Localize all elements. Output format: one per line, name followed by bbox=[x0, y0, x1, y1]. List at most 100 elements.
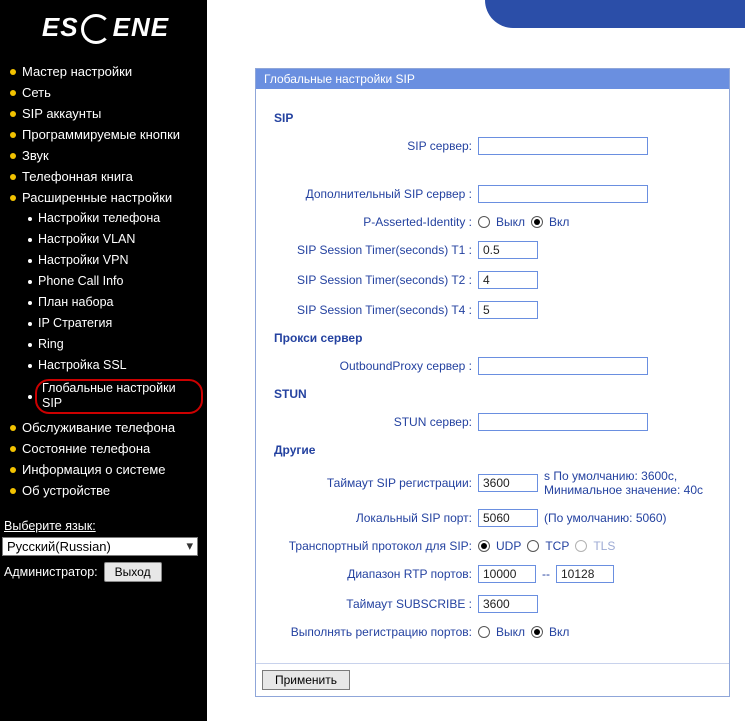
language-label: Выберите язык: bbox=[2, 517, 201, 537]
menu-label: IP Стратегия bbox=[38, 316, 112, 331]
bullet-icon bbox=[10, 467, 16, 473]
menu-label: Звук bbox=[22, 148, 49, 163]
radio-transport-tcp[interactable] bbox=[527, 540, 539, 552]
input-subscribe-timeout[interactable] bbox=[478, 595, 538, 613]
brand-logo: ESENE bbox=[0, 0, 207, 57]
input-local-port[interactable] bbox=[478, 509, 538, 527]
bullet-icon bbox=[28, 238, 32, 242]
bullet-icon bbox=[10, 111, 16, 117]
sidebar-item-status[interactable]: Состояние телефона bbox=[6, 438, 207, 459]
language-select[interactable]: Русский(Russian) bbox=[2, 537, 198, 556]
panel-title: Глобальные настройки SIP bbox=[256, 69, 729, 89]
hint-reg-timeout: s По умолчанию: 3600с, Минимальное значе… bbox=[544, 469, 714, 497]
input-sip-server[interactable] bbox=[478, 137, 648, 155]
sidebar-item-advanced[interactable]: Расширенные настройки bbox=[6, 187, 207, 208]
bullet-icon bbox=[10, 488, 16, 494]
bullet-icon bbox=[10, 446, 16, 452]
label-alt-sip-server: Дополнительный SIP сервер : bbox=[268, 187, 478, 201]
apply-button[interactable]: Применить bbox=[262, 670, 350, 690]
label-sip-server: SIP сервер: bbox=[268, 139, 478, 153]
radio-label-off: Выкл bbox=[496, 625, 525, 639]
radio-transport-tls bbox=[575, 540, 587, 552]
sidebar-item-sound[interactable]: Звук bbox=[6, 145, 207, 166]
sidebar-item-sip-accounts[interactable]: SIP аккаунты bbox=[6, 103, 207, 124]
sidebar-item-about[interactable]: Об устройстве bbox=[6, 480, 207, 501]
input-alt-sip-server[interactable] bbox=[478, 185, 648, 203]
bullet-icon bbox=[10, 425, 16, 431]
input-stun[interactable] bbox=[478, 413, 648, 431]
current-item-highlight: Глобальные настройки SIP bbox=[35, 379, 203, 414]
menu-label: Телефонная книга bbox=[22, 169, 133, 184]
menu-label: Об устройстве bbox=[22, 483, 110, 498]
sidebar-item-sysinfo[interactable]: Информация о системе bbox=[6, 459, 207, 480]
admin-label: Администратор: bbox=[4, 565, 98, 579]
radio-transport-udp[interactable] bbox=[478, 540, 490, 552]
radio-label-on: Вкл bbox=[549, 625, 569, 639]
radio-label-on: Вкл bbox=[549, 215, 569, 229]
bullet-icon bbox=[10, 132, 16, 138]
sidebar-item-maintenance[interactable]: Обслуживание телефона bbox=[6, 417, 207, 438]
sidebar-submenu-advanced: Настройки телефона Настройки VLAN Настро… bbox=[6, 208, 207, 417]
radio-label-udp: UDP bbox=[496, 539, 521, 553]
input-reg-timeout[interactable] bbox=[478, 474, 538, 492]
sidebar-item-network[interactable]: Сеть bbox=[6, 82, 207, 103]
sidebar-item-ip-strategy[interactable]: IP Стратегия bbox=[24, 313, 207, 334]
menu-label: Настройки VPN bbox=[38, 253, 128, 268]
bullet-icon bbox=[10, 90, 16, 96]
input-t1[interactable] bbox=[478, 241, 538, 259]
sidebar-item-dialplan[interactable]: План набора bbox=[24, 292, 207, 313]
bullet-icon bbox=[28, 301, 32, 305]
settings-panel: Глобальные настройки SIP SIP SIP сервер:… bbox=[255, 68, 730, 697]
sidebar-item-wizard[interactable]: Мастер настройки bbox=[6, 61, 207, 82]
sidebar-item-phone-settings[interactable]: Настройки телефона bbox=[24, 208, 207, 229]
menu-label: Информация о системе bbox=[22, 462, 166, 477]
menu-label: Ring bbox=[38, 337, 64, 352]
top-decor bbox=[207, 0, 745, 32]
bullet-icon bbox=[10, 174, 16, 180]
range-separator: -- bbox=[542, 567, 550, 581]
radio-p-asserted-off[interactable] bbox=[478, 216, 490, 228]
input-t4[interactable] bbox=[478, 301, 538, 319]
label-rtp-range: Диапазон RTP портов: bbox=[268, 567, 478, 581]
menu-label: Сеть bbox=[22, 85, 51, 100]
bullet-icon bbox=[28, 217, 32, 221]
label-reg-timeout: Таймаут SIP регистрации: bbox=[268, 476, 478, 490]
radio-p-asserted-on[interactable] bbox=[531, 216, 543, 228]
sidebar-item-call-info[interactable]: Phone Call Info bbox=[24, 271, 207, 292]
bullet-icon bbox=[28, 259, 32, 263]
sidebar-item-ssl[interactable]: Настройка SSL bbox=[24, 355, 207, 376]
radio-label-tcp: TCP bbox=[545, 539, 569, 553]
menu-label: SIP аккаунты bbox=[22, 106, 101, 121]
content-area: Глобальные настройки SIP SIP SIP сервер:… bbox=[207, 0, 745, 721]
sidebar-item-vpn[interactable]: Настройки VPN bbox=[24, 250, 207, 271]
input-outbound[interactable] bbox=[478, 357, 648, 375]
label-t1: SIP Session Timer(seconds) T1 : bbox=[268, 243, 478, 257]
bullet-icon bbox=[28, 280, 32, 284]
label-port-reg: Выполнять регистрацию портов: bbox=[268, 625, 478, 639]
logout-button[interactable]: Выход bbox=[104, 562, 162, 582]
sidebar-item-vlan[interactable]: Настройки VLAN bbox=[24, 229, 207, 250]
radio-label-off: Выкл bbox=[496, 215, 525, 229]
label-outbound: OutboundProxy сервер : bbox=[268, 359, 478, 373]
menu-label: Состояние телефона bbox=[22, 441, 150, 456]
sidebar: ESENE Мастер настройки Сеть SIP аккаунты… bbox=[0, 0, 207, 721]
sidebar-menu: Мастер настройки Сеть SIP аккаунты Прогр… bbox=[0, 57, 207, 511]
radio-port-reg-on[interactable] bbox=[531, 626, 543, 638]
section-sip-title: SIP bbox=[274, 111, 717, 125]
sidebar-item-ring[interactable]: Ring bbox=[24, 334, 207, 355]
logo-c-icon bbox=[81, 14, 111, 44]
label-t4: SIP Session Timer(seconds) T4 : bbox=[268, 303, 478, 317]
section-proxy-title: Прокси сервер bbox=[274, 331, 717, 345]
menu-label: Мастер настройки bbox=[22, 64, 132, 79]
menu-label: Обслуживание телефона bbox=[22, 420, 175, 435]
section-stun-title: STUN bbox=[274, 387, 717, 401]
sidebar-item-prog-keys[interactable]: Программируемые кнопки bbox=[6, 124, 207, 145]
label-p-asserted: P-Asserted-Identity : bbox=[268, 215, 478, 229]
sidebar-item-global-sip[interactable]: Глобальные настройки SIP bbox=[24, 376, 207, 417]
sidebar-item-phonebook[interactable]: Телефонная книга bbox=[6, 166, 207, 187]
input-rtp-from[interactable] bbox=[478, 565, 536, 583]
radio-port-reg-off[interactable] bbox=[478, 626, 490, 638]
input-t2[interactable] bbox=[478, 271, 538, 289]
input-rtp-to[interactable] bbox=[556, 565, 614, 583]
bullet-icon bbox=[10, 69, 16, 75]
